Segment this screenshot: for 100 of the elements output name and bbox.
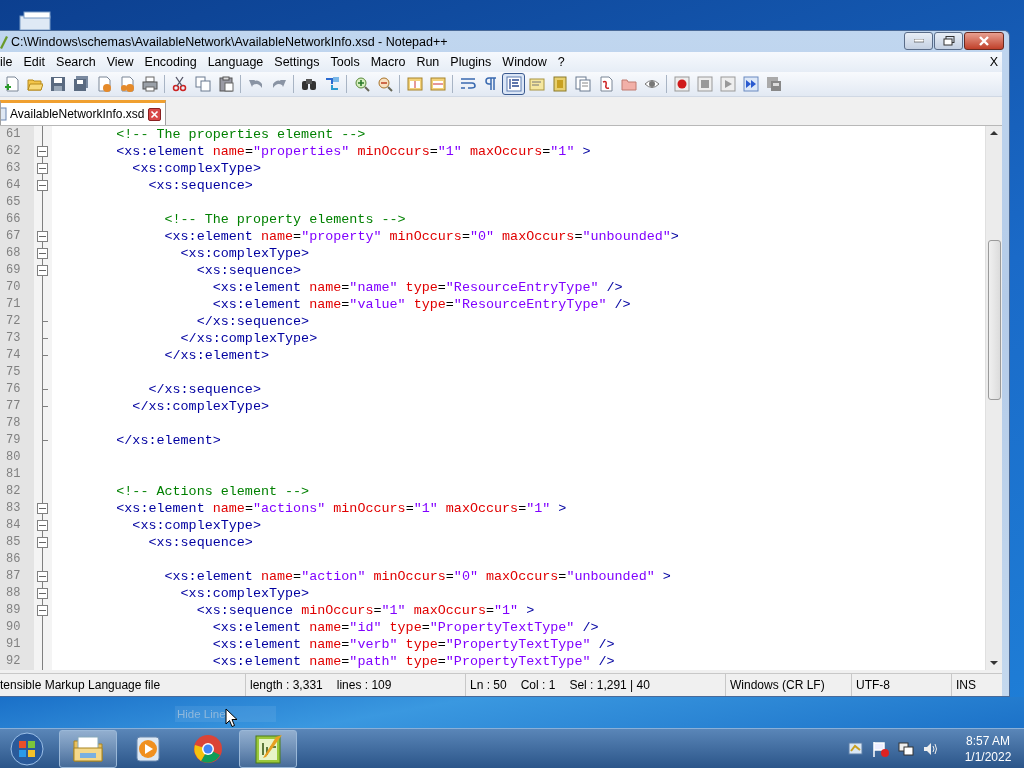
taskbar-button[interactable] [59, 730, 117, 768]
maximize-icon [942, 35, 955, 46]
code-line: <xs:sequence> [148, 534, 253, 551]
menu-item[interactable]: Edit [23, 55, 52, 69]
code-line: </xs:sequence> [196, 313, 310, 330]
floppy-stack-icon [72, 76, 89, 92]
menu-item[interactable]: Settings [274, 55, 326, 69]
close-icon [978, 35, 990, 46]
line-number: 65 [5, 194, 22, 211]
clock-date[interactable]: 1/1/2022 [964, 749, 1012, 765]
close-file-icon [95, 76, 112, 92]
code-line: <xs:complexType> [132, 160, 261, 177]
zoom-in-icon [353, 76, 370, 92]
menu-item[interactable]: Tools [330, 55, 366, 69]
code-line: <xs:complexType> [132, 517, 261, 534]
zoom-out-icon [376, 76, 393, 92]
printer-icon [141, 76, 158, 92]
code-line: </xs:complexType> [132, 398, 269, 415]
folder-document-icon [597, 76, 614, 92]
fold-toggle[interactable] [37, 571, 48, 582]
fold-toggle[interactable] [37, 180, 48, 191]
line-number: 73 [5, 330, 22, 347]
menu-item[interactable]: View [106, 55, 140, 69]
record-icon [673, 76, 690, 92]
floppy-icon [49, 76, 66, 92]
status-text: INS [956, 678, 976, 692]
close-button[interactable] [964, 31, 1004, 50]
line-number: 63 [5, 160, 22, 177]
scroll-thumb[interactable] [987, 240, 1001, 400]
fold-toggle[interactable] [37, 231, 48, 242]
menu-item[interactable]: ? [557, 55, 571, 69]
code-line: </xs:element> [164, 347, 269, 364]
fold-toggle[interactable] [37, 588, 48, 599]
scrollbar[interactable] [985, 126, 1002, 670]
fold-toggle[interactable] [37, 503, 48, 514]
menu-item[interactable]: Language [207, 55, 270, 69]
file-tab[interactable]: AvailableNetworkInfo.xsd [0, 100, 166, 125]
windows-orb-icon [10, 732, 44, 766]
fold-end-mark [43, 406, 48, 407]
maximize-button[interactable] [934, 31, 963, 50]
fold-end-mark [43, 389, 48, 390]
close-files-icon [118, 76, 135, 92]
code-line: <xs:element name="properties" minOccurs="1" maxOccurs="1" > [116, 143, 591, 160]
line-number: 80 [5, 449, 22, 466]
line-number: 77 [5, 398, 22, 415]
fold-toggle[interactable] [37, 605, 48, 616]
fold-toggle[interactable] [37, 520, 48, 531]
status-text: UTF-8 [856, 678, 890, 692]
line-number: 75 [5, 364, 22, 381]
code-line: </xs:element> [116, 432, 221, 449]
status-text: Ln : 50 [470, 678, 507, 692]
play-icon [719, 76, 736, 92]
fold-toggle[interactable] [37, 537, 48, 548]
menu-item[interactable]: Window [502, 55, 553, 69]
pilcrow-icon [482, 76, 499, 92]
action-center-icon[interactable] [848, 741, 864, 757]
toolbar-button[interactable] [502, 73, 525, 95]
code-line: <!-- The property elements --> [164, 211, 406, 228]
code-line: <xs:sequence> [196, 262, 302, 279]
fold-toggle[interactable] [37, 146, 48, 157]
code-line: <xs:element name="action" minOccurs="0" maxOccurs="unbounded" > [164, 568, 671, 585]
fold-toggle[interactable] [37, 163, 48, 174]
minimize-button[interactable] [904, 31, 933, 50]
stop-icon [696, 76, 713, 92]
code-line: <!-- Actions element --> [116, 483, 310, 500]
status-text: Sel : 1,291 | 40 [569, 678, 650, 692]
clipboard-icon [217, 76, 234, 92]
fold-toggle[interactable] [37, 248, 48, 259]
code-line: <xs:sequence minOccurs="1" maxOccurs="1" > [196, 602, 535, 619]
code-line: </xs:sequence> [148, 381, 261, 398]
network-icon[interactable] [898, 741, 914, 757]
code-line: <!-- The properties element --> [116, 126, 366, 143]
menu-item[interactable]: Search [56, 55, 102, 69]
close-document-button[interactable]: X [989, 55, 998, 69]
taskbar-button[interactable] [239, 730, 297, 768]
volume-icon[interactable] [922, 741, 938, 757]
menu-item[interactable]: Encoding [144, 55, 203, 69]
status-text: Windows (CR LF) [730, 678, 825, 692]
binoculars-icon [300, 76, 317, 92]
code-line: </xs:complexType> [180, 330, 318, 347]
menu-item[interactable]: Plugins [450, 55, 498, 69]
menu-item[interactable]: Macro [370, 55, 412, 69]
line-number: 61 [5, 126, 22, 143]
folder-icon [620, 76, 637, 92]
tooltip: Hide Line [175, 706, 276, 722]
replace-icon [323, 76, 340, 92]
fold-toggle[interactable] [37, 265, 48, 276]
line-number: 86 [5, 551, 22, 568]
menu-item[interactable]: Run [416, 55, 446, 69]
code-line: <xs:element name="property" minOccurs="0" maxOccurs="unbounded"> [164, 228, 679, 245]
menu-item[interactable]: ile [0, 55, 19, 69]
flag-icon[interactable] [872, 740, 890, 758]
tab-close-button[interactable] [147, 107, 161, 121]
line-number: 88 [5, 585, 22, 602]
code-line: <xs:element name="path" type="PropertyTextType" /> [212, 653, 615, 670]
line-number: 79 [5, 432, 22, 449]
clock-time[interactable]: 8:57 AM [966, 733, 1010, 749]
minimize-icon [913, 38, 924, 43]
document-map-icon [551, 76, 568, 92]
copy-icon [194, 76, 211, 92]
